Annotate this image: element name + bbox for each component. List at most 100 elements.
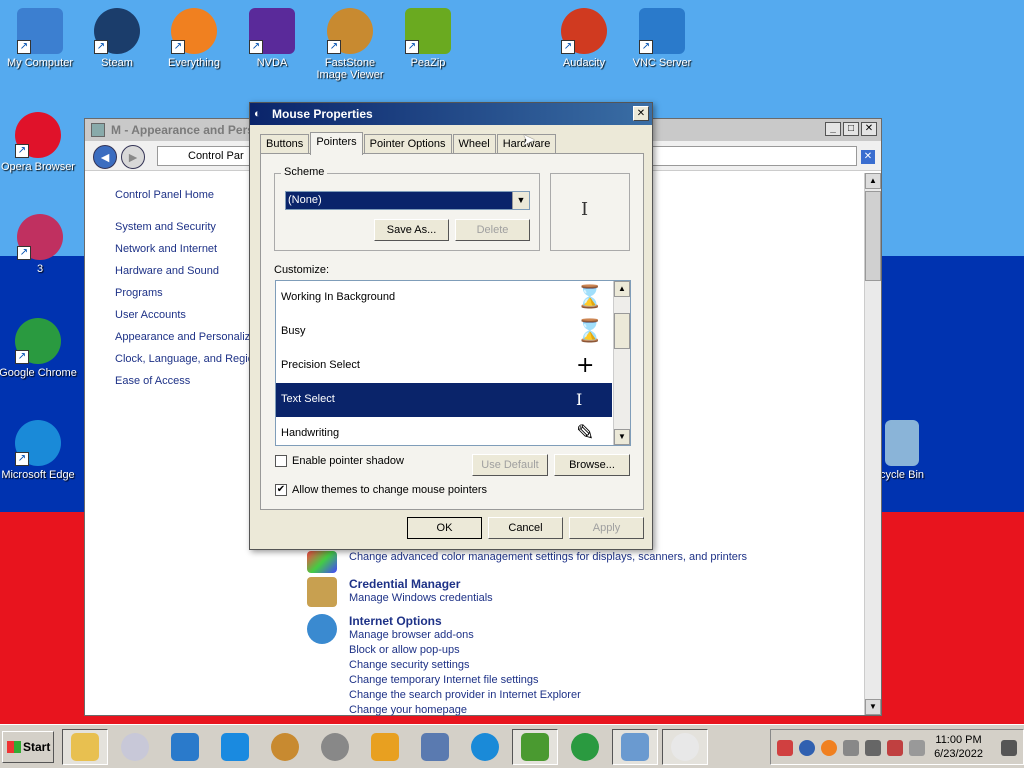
control-panel-scrollbar[interactable]: ▲ ▼ <box>864 173 881 715</box>
taskbar-tree[interactable] <box>512 729 558 765</box>
search-icon[interactable] <box>821 740 837 756</box>
tray-icon-1[interactable] <box>777 740 793 756</box>
maximize-button[interactable]: □ <box>843 122 859 136</box>
credential-manager-heading[interactable]: Credential Manager <box>349 577 493 592</box>
taskbar-lightning[interactable] <box>362 729 408 765</box>
tab-pointers[interactable]: Pointers <box>310 132 363 155</box>
desktop-icon-peazip[interactable]: ↗ PeaZip <box>388 8 468 69</box>
browse-button[interactable]: Browse... <box>554 454 630 476</box>
sidebar-item-hardware-sound[interactable]: Hardware and Sound <box>115 265 256 287</box>
taskbar-pro[interactable] <box>312 729 358 765</box>
mouse-icon: ◐ <box>254 108 261 120</box>
allow-themes-checkbox[interactable]: ✔ Allow themes to change mouse pointers <box>275 484 487 497</box>
internet-link[interactable]: Block or allow pop-ups <box>349 644 581 659</box>
color-management-link[interactable]: Change advanced color management setting… <box>349 551 747 566</box>
tab-pointer-options[interactable]: Pointer Options <box>363 134 452 154</box>
desktop-icon-nvda[interactable]: ↗ NVDA <box>232 8 312 69</box>
list-item[interactable]: Busy ⌛ <box>276 315 612 349</box>
start-button[interactable]: Start <box>2 731 54 763</box>
delete-button[interactable]: Delete <box>455 219 530 241</box>
enable-shadow-checkbox[interactable]: Enable pointer shadow <box>275 455 404 468</box>
desktop-icon-my-computer[interactable]: ↗ My Computer <box>0 8 80 69</box>
internet-options-heading[interactable]: Internet Options <box>349 614 581 629</box>
desktop-icon-audacity[interactable]: ↗ Audacity <box>544 8 624 69</box>
notification-icon[interactable] <box>1001 740 1017 756</box>
desktop-icon-faststone[interactable]: ↗ FastStone Image Viewer <box>310 8 390 81</box>
sidebar-item-ease-of-access[interactable]: Ease of Access <box>115 375 256 397</box>
minimize-button[interactable]: _ <box>825 122 841 136</box>
chevron-down-icon[interactable]: ▼ <box>512 192 529 209</box>
sidebar-item-appearance[interactable]: Appearance and Personaliza <box>115 331 256 353</box>
tray-icon-6[interactable] <box>887 740 903 756</box>
taskbar-chrome[interactable] <box>562 729 608 765</box>
tab-buttons[interactable]: Buttons <box>260 134 310 154</box>
desktop-icon-everything[interactable]: ↗ Everything <box>154 8 234 69</box>
sidebar-item-system-security[interactable]: System and Security <box>115 221 256 243</box>
windows-logo-icon <box>7 741 21 753</box>
taskbar-explorer[interactable] <box>62 729 108 765</box>
desktop-icon-edge[interactable]: ↗ Microsoft Edge <box>0 420 78 481</box>
scroll-thumb[interactable] <box>865 191 881 281</box>
pointer-list-scrollbar[interactable]: ▲ ▼ <box>613 281 630 445</box>
shortcut-arrow-icon: ↗ <box>249 40 263 54</box>
control-panel-icon <box>91 123 105 137</box>
checkbox-box[interactable] <box>275 455 287 468</box>
speaker-icon[interactable] <box>909 740 925 756</box>
tray-icon-4[interactable] <box>843 740 859 756</box>
tab-wheel[interactable]: Wheel <box>452 134 496 154</box>
save-as-button[interactable]: Save As... <box>374 219 449 241</box>
taskbar-network[interactable] <box>412 729 458 765</box>
clock[interactable]: 11:00 PM 6/23/2022 <box>934 733 983 761</box>
scroll-down-icon[interactable]: ▼ <box>865 699 881 715</box>
scheme-select[interactable]: (None) ▼ <box>285 191 530 210</box>
sidebar-item-user-accounts[interactable]: User Accounts <box>115 309 256 331</box>
taskbar-disc[interactable] <box>112 729 158 765</box>
taskbar-vnc[interactable] <box>162 729 208 765</box>
back-button[interactable]: ◄ <box>93 145 117 169</box>
internet-link[interactable]: Change temporary Internet file settings <box>349 674 581 689</box>
list-item[interactable]: Working In Background ⌛ <box>276 281 612 315</box>
pointer-list[interactable]: Working In Background ⌛ Busy ⌛ Precision… <box>275 280 631 446</box>
internet-link[interactable]: Change the search provider in Internet E… <box>349 689 581 704</box>
taskbar-mouse[interactable] <box>662 729 708 765</box>
dialog-close-button[interactable]: ✕ <box>633 106 649 121</box>
desktop-icon-chrome[interactable]: ↗ Google Chrome <box>0 318 78 379</box>
scroll-up-icon[interactable]: ▲ <box>865 173 881 189</box>
taskbar-pinned <box>62 729 708 765</box>
sidebar-item-clock-language[interactable]: Clock, Language, and Regio <box>115 353 256 375</box>
cancel-button[interactable]: Cancel <box>488 517 563 539</box>
clear-address-button[interactable]: ✕ <box>861 150 875 164</box>
desktop-icon-vnc-server[interactable]: ↗ VNC Server <box>622 8 702 69</box>
dialog-titlebar[interactable]: ◐ Mouse Properties ✕ <box>250 103 652 125</box>
vnc-icon <box>171 733 199 761</box>
desktop-icon-3[interactable]: ↗ 3 <box>0 214 80 275</box>
checkmark-icon[interactable]: ✔ <box>275 484 287 497</box>
sidebar-item-programs[interactable]: Programs <box>115 287 256 309</box>
scroll-thumb[interactable] <box>614 313 630 349</box>
internet-link[interactable]: Change your homepage <box>349 704 581 719</box>
ok-button[interactable]: OK <box>407 517 482 539</box>
pointer-name: Precision Select <box>281 359 360 371</box>
taskbar-control-panel[interactable] <box>612 729 658 765</box>
forward-button[interactable]: ► <box>121 145 145 169</box>
desktop-icon-steam[interactable]: ↗ Steam <box>77 8 157 69</box>
list-item-selected[interactable]: Text Select I <box>276 383 612 417</box>
internet-link[interactable]: Change security settings <box>349 659 581 674</box>
scroll-up-icon[interactable]: ▲ <box>614 281 630 297</box>
use-default-button[interactable]: Use Default <box>472 454 548 476</box>
taskbar-windows[interactable] <box>212 729 258 765</box>
internet-link[interactable]: Manage browser add-ons <box>349 629 581 644</box>
taskbar-edge[interactable] <box>462 729 508 765</box>
list-item[interactable]: Handwriting ✎ <box>276 417 612 445</box>
desktop-icon-opera[interactable]: ↗ Opera Browser <box>0 112 78 173</box>
manage-credentials-link[interactable]: Manage Windows credentials <box>349 592 493 607</box>
taskbar-faststone[interactable] <box>262 729 308 765</box>
scroll-down-icon[interactable]: ▼ <box>614 429 630 445</box>
tray-icon-2[interactable] <box>799 740 815 756</box>
list-item[interactable]: Precision Select + <box>276 349 612 383</box>
sidebar-item-home[interactable]: Control Panel Home <box>115 189 256 211</box>
close-button[interactable]: ✕ <box>861 122 877 136</box>
sidebar-item-network[interactable]: Network and Internet <box>115 243 256 265</box>
apply-button[interactable]: Apply <box>569 517 644 539</box>
tray-icon-5[interactable] <box>865 740 881 756</box>
